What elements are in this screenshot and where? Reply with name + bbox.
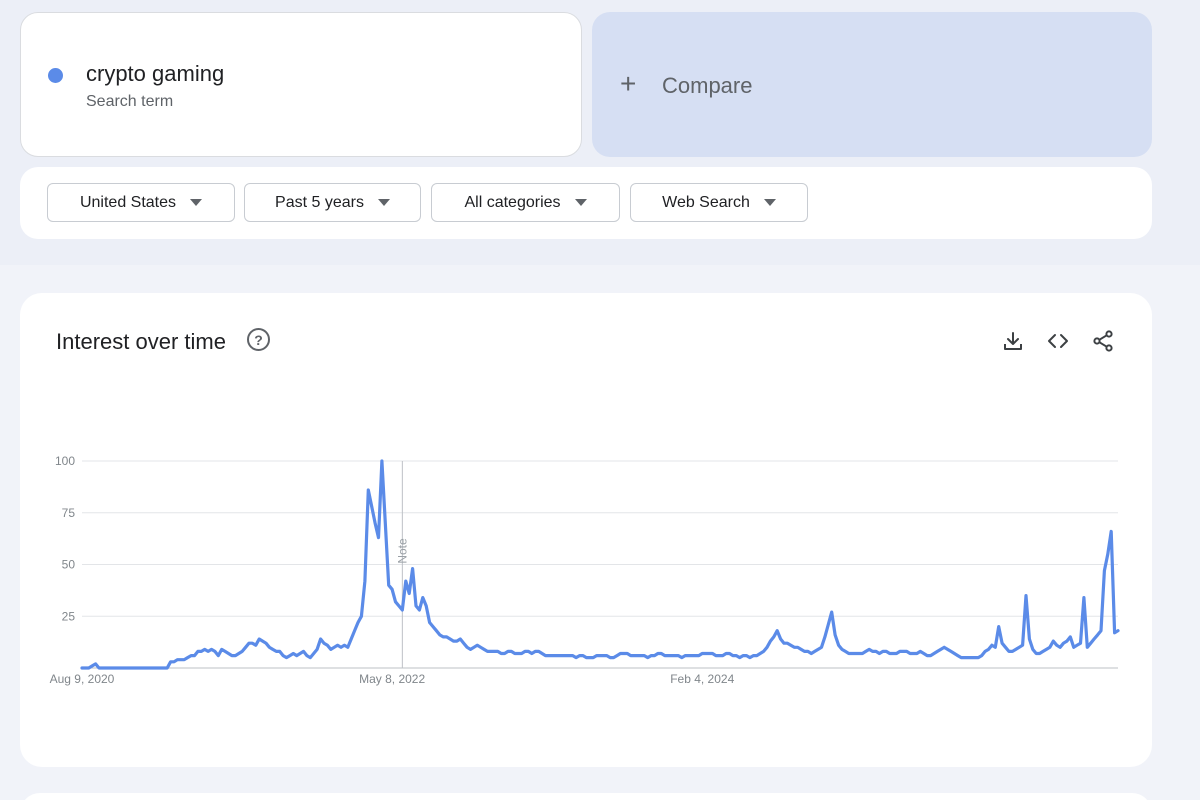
filter-region-label: United States — [79, 193, 177, 211]
search-term-card[interactable]: crypto gaming Search term — [20, 12, 582, 157]
y-tick-label: 75 — [62, 506, 76, 520]
compare-label: Compare — [662, 73, 753, 98]
filter-time-dropdown[interactable]: Past 5 years — [244, 183, 421, 222]
x-tick-label: Feb 4, 2024 — [670, 672, 734, 686]
search-term-subtitle: Search term — [86, 93, 174, 110]
filter-category-label: All categories — [464, 193, 561, 211]
filter-search-type-dropdown[interactable]: Web Search — [630, 183, 808, 222]
interest-over-time-card: Interest over time ? 100 75 50 25 Note Aug 9,… — [20, 293, 1152, 767]
caret-down-icon — [574, 199, 587, 206]
caret-down-icon — [377, 199, 390, 206]
search-term-name: crypto gaming — [86, 61, 225, 86]
caret-down-icon — [190, 199, 203, 206]
y-tick-label: 100 — [55, 454, 75, 468]
line-chart: 100 75 50 25 Note Aug 9, 2020 May 8, 2022 Feb 4… — [50, 454, 1120, 686]
plus-icon: + — [620, 68, 637, 99]
filter-time-label: Past 5 years — [275, 193, 364, 211]
filter-search-type-label: Web Search — [662, 193, 750, 211]
filter-region-dropdown[interactable]: United States — [47, 183, 235, 222]
term-color-dot — [48, 68, 63, 83]
filter-category-dropdown[interactable]: All categories — [431, 183, 620, 222]
next-section-card — [20, 793, 1152, 800]
compare-button[interactable]: + Compare — [592, 12, 1152, 157]
annotation-label: Note — [395, 538, 409, 564]
x-tick-label: Aug 9, 2020 — [50, 672, 115, 686]
caret-down-icon — [763, 199, 776, 206]
y-tick-label: 50 — [62, 558, 76, 572]
filter-bar: United States Past 5 years All categorie… — [20, 167, 1152, 239]
y-tick-label: 25 — [62, 609, 76, 623]
x-tick-label: May 8, 2022 — [359, 672, 425, 686]
